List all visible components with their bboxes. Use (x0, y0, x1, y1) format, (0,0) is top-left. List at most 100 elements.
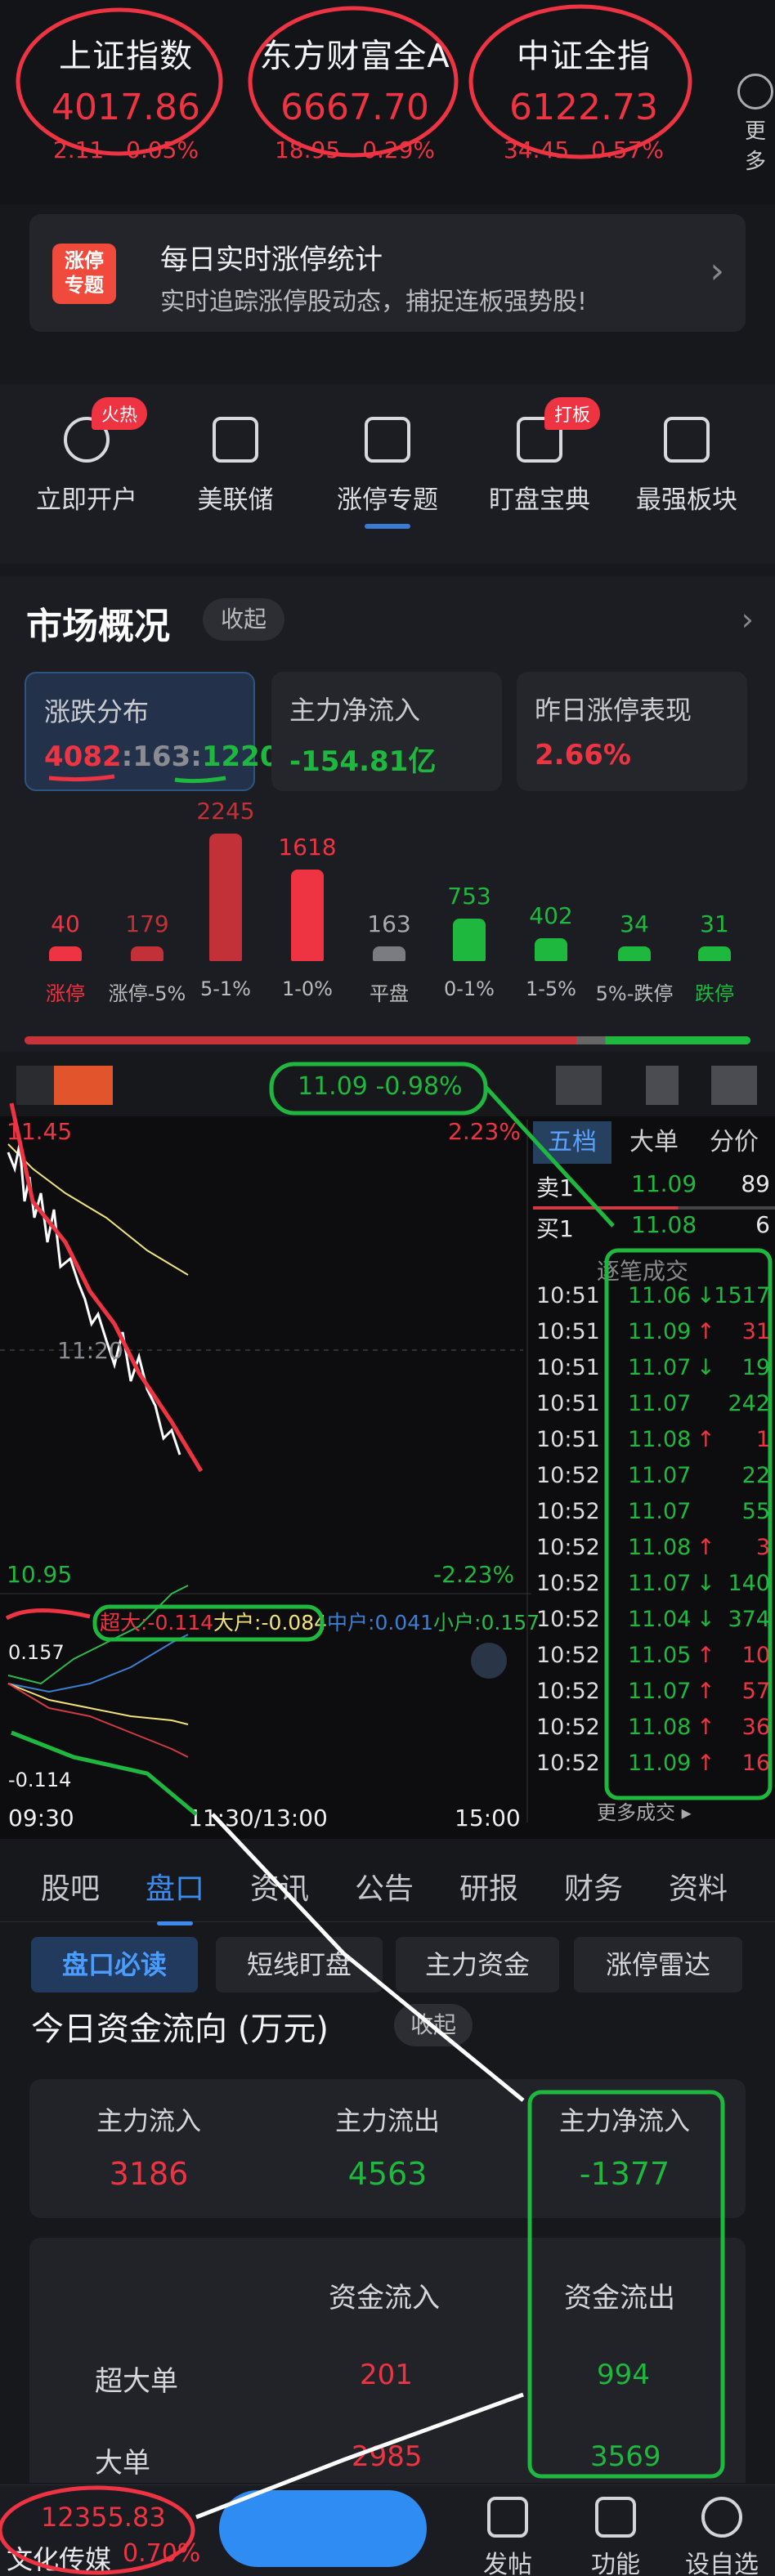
dist-value: 34 (620, 910, 649, 937)
trade-row: 10:52 11.08 ↑ 36 (536, 1715, 770, 1740)
up-down-ratio-bar (25, 1036, 750, 1044)
grid-chart-icon (664, 417, 710, 463)
chevron-right-icon[interactable]: › (741, 602, 754, 637)
sector-price: 12355.83 (41, 2502, 166, 2533)
trade-row: 10:52 11.04 ↓ 374 (536, 1607, 770, 1632)
chip-limit-radar[interactable]: 涨停雷达 (574, 1937, 742, 1992)
tab-research[interactable]: 研报 (459, 1865, 518, 1907)
shortcut-label: 美联储 (197, 485, 274, 515)
dist-bar (291, 870, 324, 961)
fund-flow-collapse[interactable]: 收起 (394, 2004, 473, 2046)
tab-forum[interactable]: 股吧 (41, 1865, 100, 1907)
edit-icon (487, 2497, 528, 2538)
post-label: 发帖 (483, 2551, 532, 2576)
tab-profile[interactable]: 资料 (669, 1865, 728, 1907)
index-card-eastmoney[interactable]: 东方财富全A 6667.70 18.95 0.29% (249, 29, 461, 163)
more-label: 更多 (744, 119, 766, 174)
more-dots-icon (701, 2497, 742, 2538)
index-change: 2.11 0.05% (52, 136, 199, 163)
function-label: 功能 (591, 2551, 640, 2576)
chip-main-funds[interactable]: 主力资金 (396, 1937, 559, 1992)
stock-tab-bar: 股吧 盘口 资讯 公告 研报 财务 资料 (0, 1840, 775, 1925)
collapse-button[interactable]: 收起 (203, 598, 284, 641)
index-value: 4017.86 (52, 87, 200, 128)
add-watchlist-button[interactable]: 设自选 (685, 2497, 759, 2576)
row-label: 超大单 (95, 2365, 178, 2398)
row-inflow: 201 (360, 2359, 413, 2391)
dist-label: 1-5% (525, 977, 576, 1000)
index-value: 6122.73 (509, 87, 658, 128)
dist-value: 1618 (278, 834, 337, 861)
chip-short-watch[interactable]: 短线盯盘 (216, 1937, 383, 1992)
bottom-bar: 12355.83 文化传媒 0.70% 发帖 功能 设自选 (0, 2484, 775, 2576)
tab-big-orders[interactable]: 大单 (615, 1121, 693, 1164)
flow-axis-top: 0.157 (8, 1641, 65, 1664)
row-label: 大单 (95, 2447, 150, 2480)
limit-up-logo: 涨停 专题 (52, 244, 116, 304)
sector-name[interactable]: 文化传媒 (7, 2539, 111, 2576)
market-title: 市场概况 (26, 606, 170, 647)
dist-bar (698, 946, 731, 961)
dist-bar (131, 946, 164, 961)
apps-icon (595, 2497, 636, 2538)
trade-row: 10:51 11.08 ↑ 1 (536, 1427, 770, 1452)
limit-up-banner[interactable]: 涨停 专题 每日实时涨停统计 实时追踪涨停股动态，捕捉连板强势股! › (29, 214, 746, 332)
dist-bar (209, 834, 242, 961)
chevron-right-icon: › (710, 250, 724, 292)
index-name: 上证指数 (59, 38, 193, 75)
shortcut-watch-guide[interactable]: 打板 盯盘宝典 (474, 397, 605, 516)
shortcut-fed[interactable]: 美联储 (170, 417, 301, 516)
shortcut-open-account[interactable]: 火热 立即开户 (21, 397, 152, 516)
trade-row: 10:51 11.09 ↑ 31 (536, 1319, 770, 1344)
chip-must-read[interactable]: 盘口必读 (31, 1937, 198, 1992)
axis-high-pct: 2.23% (448, 1118, 521, 1145)
dist-bar (453, 919, 486, 961)
primary-action-button[interactable] (219, 2490, 427, 2567)
dist-value: 31 (700, 910, 729, 937)
quote-chips: 盘口必读 短线盯盘 主力资金 涨停雷达 (0, 1929, 775, 2002)
index-change: 18.95 0.29% (274, 136, 436, 163)
tab-announcement[interactable]: 公告 (355, 1865, 414, 1907)
trade-row: 10:52 11.09 ↑ 16 (536, 1751, 770, 1776)
more-trades-link[interactable]: 更多成交 ▸ (597, 1796, 692, 1825)
tab-five-levels[interactable]: 五档 (533, 1121, 611, 1164)
post-button[interactable]: 发帖 (471, 2497, 544, 2576)
time-mid: 11:30/13:00 (188, 1805, 328, 1831)
tab-price-split[interactable]: 分价 (693, 1121, 775, 1164)
card-yesterday-limit[interactable]: 昨日涨停表现 2.66% (517, 672, 747, 791)
header-inflow: 资金流入 (329, 2282, 440, 2314)
index-strip: 上证指数 4017.86 2.11 0.05% 东方财富全A 6667.70 1… (0, 0, 775, 204)
market-overview: 市场概况 收起 › 涨跌分布 4082:163:1220 主力净流入 -154.… (0, 577, 775, 1051)
dist-label: 5%-跌停 (595, 982, 674, 1005)
bank-icon (213, 417, 258, 463)
row-outflow: 994 (597, 2359, 650, 2391)
card-value: 4082:163:1220 (44, 740, 280, 773)
function-button[interactable]: 功能 (579, 2497, 652, 2576)
hot-badge: 火热 (92, 397, 148, 430)
dist-label: 跌停 (695, 982, 734, 1005)
tab-quote[interactable]: 盘口 (146, 1865, 204, 1925)
side-panel-tabs: 五档 大单 分价 (533, 1121, 775, 1167)
card-main-inflow[interactable]: 主力净流入 -154.81亿 (271, 672, 502, 791)
shortcut-label: 盯盘宝典 (489, 485, 590, 515)
card-distribution[interactable]: 涨跌分布 4082:163:1220 (25, 672, 279, 791)
index-card-csi-all[interactable]: 中证全指 6122.73 34.45 0.57% (477, 29, 690, 163)
banner-title: 每日实时涨停统计 (160, 244, 383, 276)
more-indices-button[interactable]: 更多 (736, 74, 775, 175)
shortcut-row: 火热 立即开户 美联储 涨停专题 打板 盯盘宝典 最强板块 (0, 384, 775, 564)
index-card-shanghai[interactable]: 上证指数 4017.86 2.11 0.05% (20, 29, 232, 163)
shortcut-strongest-sector[interactable]: 最强板块 (621, 417, 752, 516)
dist-bar (49, 946, 82, 961)
active-indicator (365, 524, 410, 529)
trade-row: 10:51 11.07 ↓ 19 (536, 1355, 770, 1380)
trade-row: 10:52 11.07 55 (536, 1499, 770, 1524)
trade-row: 10:51 11.07 242 (536, 1391, 770, 1416)
axis-low-pct: -2.23% (433, 1561, 515, 1588)
dist-label: 涨停 (46, 982, 85, 1005)
shortcut-limit-up[interactable]: 涨停专题 (322, 417, 453, 529)
tab-news[interactable]: 资讯 (250, 1865, 309, 1907)
header-outflow: 资金流出 (564, 2282, 675, 2314)
watchlist-label: 设自选 (685, 2551, 759, 2576)
tab-finance[interactable]: 财务 (564, 1865, 623, 1907)
shortcut-label: 最强板块 (636, 485, 737, 515)
